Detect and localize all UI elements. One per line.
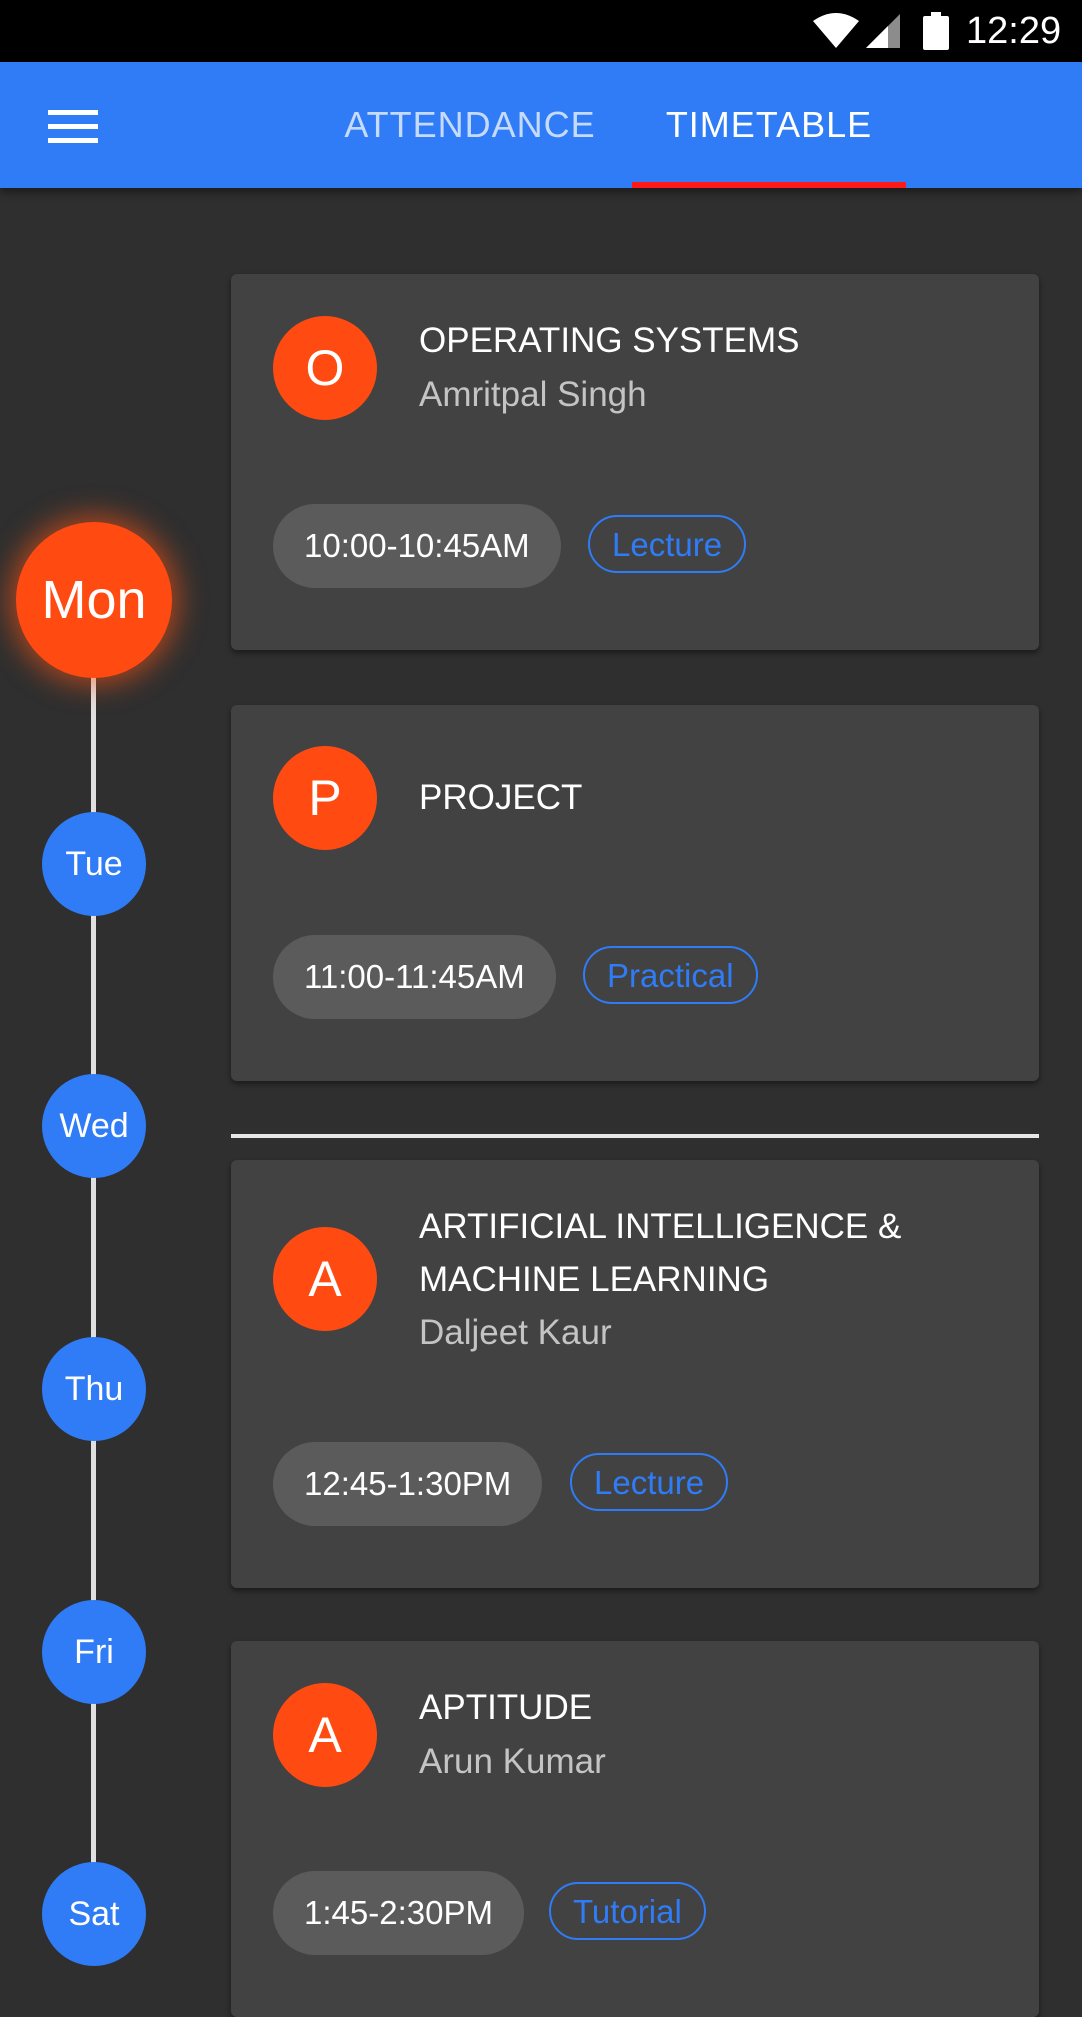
class-avatar: A xyxy=(273,1227,377,1331)
wifi-icon xyxy=(813,13,859,48)
day-tue[interactable]: Tue xyxy=(42,812,146,916)
day-wed[interactable]: Wed xyxy=(42,1074,146,1178)
timeline-line xyxy=(91,600,96,1940)
class-type-chip: Tutorial xyxy=(549,1882,706,1940)
class-card[interactable]: P PROJECT 11:00-11:45AM Practical xyxy=(231,705,1039,1081)
class-card[interactable]: A APTITUDE Arun Kumar 1:45-2:30PM Tutori… xyxy=(231,1641,1039,2017)
divider xyxy=(231,1134,1039,1138)
time-chip: 1:45-2:30PM xyxy=(273,1871,524,1955)
class-avatar: O xyxy=(273,316,377,420)
hamburger-menu-icon[interactable] xyxy=(48,110,98,144)
battery-icon xyxy=(923,12,949,50)
tab-timetable[interactable]: TIMETABLE xyxy=(632,62,906,188)
course-title: OPERATING SYSTEMS xyxy=(419,321,800,360)
cell-signal-icon xyxy=(866,14,900,48)
day-thu[interactable]: Thu xyxy=(42,1337,146,1441)
instructor-name: Daljeet Kaur xyxy=(419,1313,612,1352)
class-type-chip: Lecture xyxy=(588,515,747,573)
instructor-name: Amritpal Singh xyxy=(419,375,647,414)
class-card[interactable]: O OPERATING SYSTEMS Amritpal Singh 10:00… xyxy=(231,274,1039,650)
tab-attendance[interactable]: ATTENDANCE xyxy=(330,62,610,188)
class-avatar: A xyxy=(273,1683,377,1787)
status-time: 12:29 xyxy=(966,10,1062,52)
class-card[interactable]: A ARTIFICIAL INTELLIGENCE & MACHINE LEAR… xyxy=(231,1160,1039,1588)
time-chip: 12:45-1:30PM xyxy=(273,1442,543,1526)
instructor-name: Arun Kumar xyxy=(419,1742,606,1781)
course-title: PROJECT xyxy=(419,778,583,817)
status-bar: 12:29 xyxy=(0,0,1082,62)
app-bar: ATTENDANCE TIMETABLE xyxy=(0,62,1082,188)
course-title: ARTIFICIAL INTELLIGENCE & MACHINE LEARNI… xyxy=(419,1207,902,1299)
tab-indicator xyxy=(632,182,906,188)
day-fri[interactable]: Fri xyxy=(42,1600,146,1704)
day-mon[interactable]: Mon xyxy=(16,522,172,678)
time-chip: 11:00-11:45AM xyxy=(273,935,556,1019)
day-sat[interactable]: Sat xyxy=(42,1862,146,1966)
time-chip: 10:00-10:45AM xyxy=(273,504,561,588)
class-type-chip: Practical xyxy=(583,946,758,1004)
class-avatar: P xyxy=(273,746,377,850)
course-title: APTITUDE xyxy=(419,1688,593,1727)
class-type-chip: Lecture xyxy=(570,1453,729,1511)
